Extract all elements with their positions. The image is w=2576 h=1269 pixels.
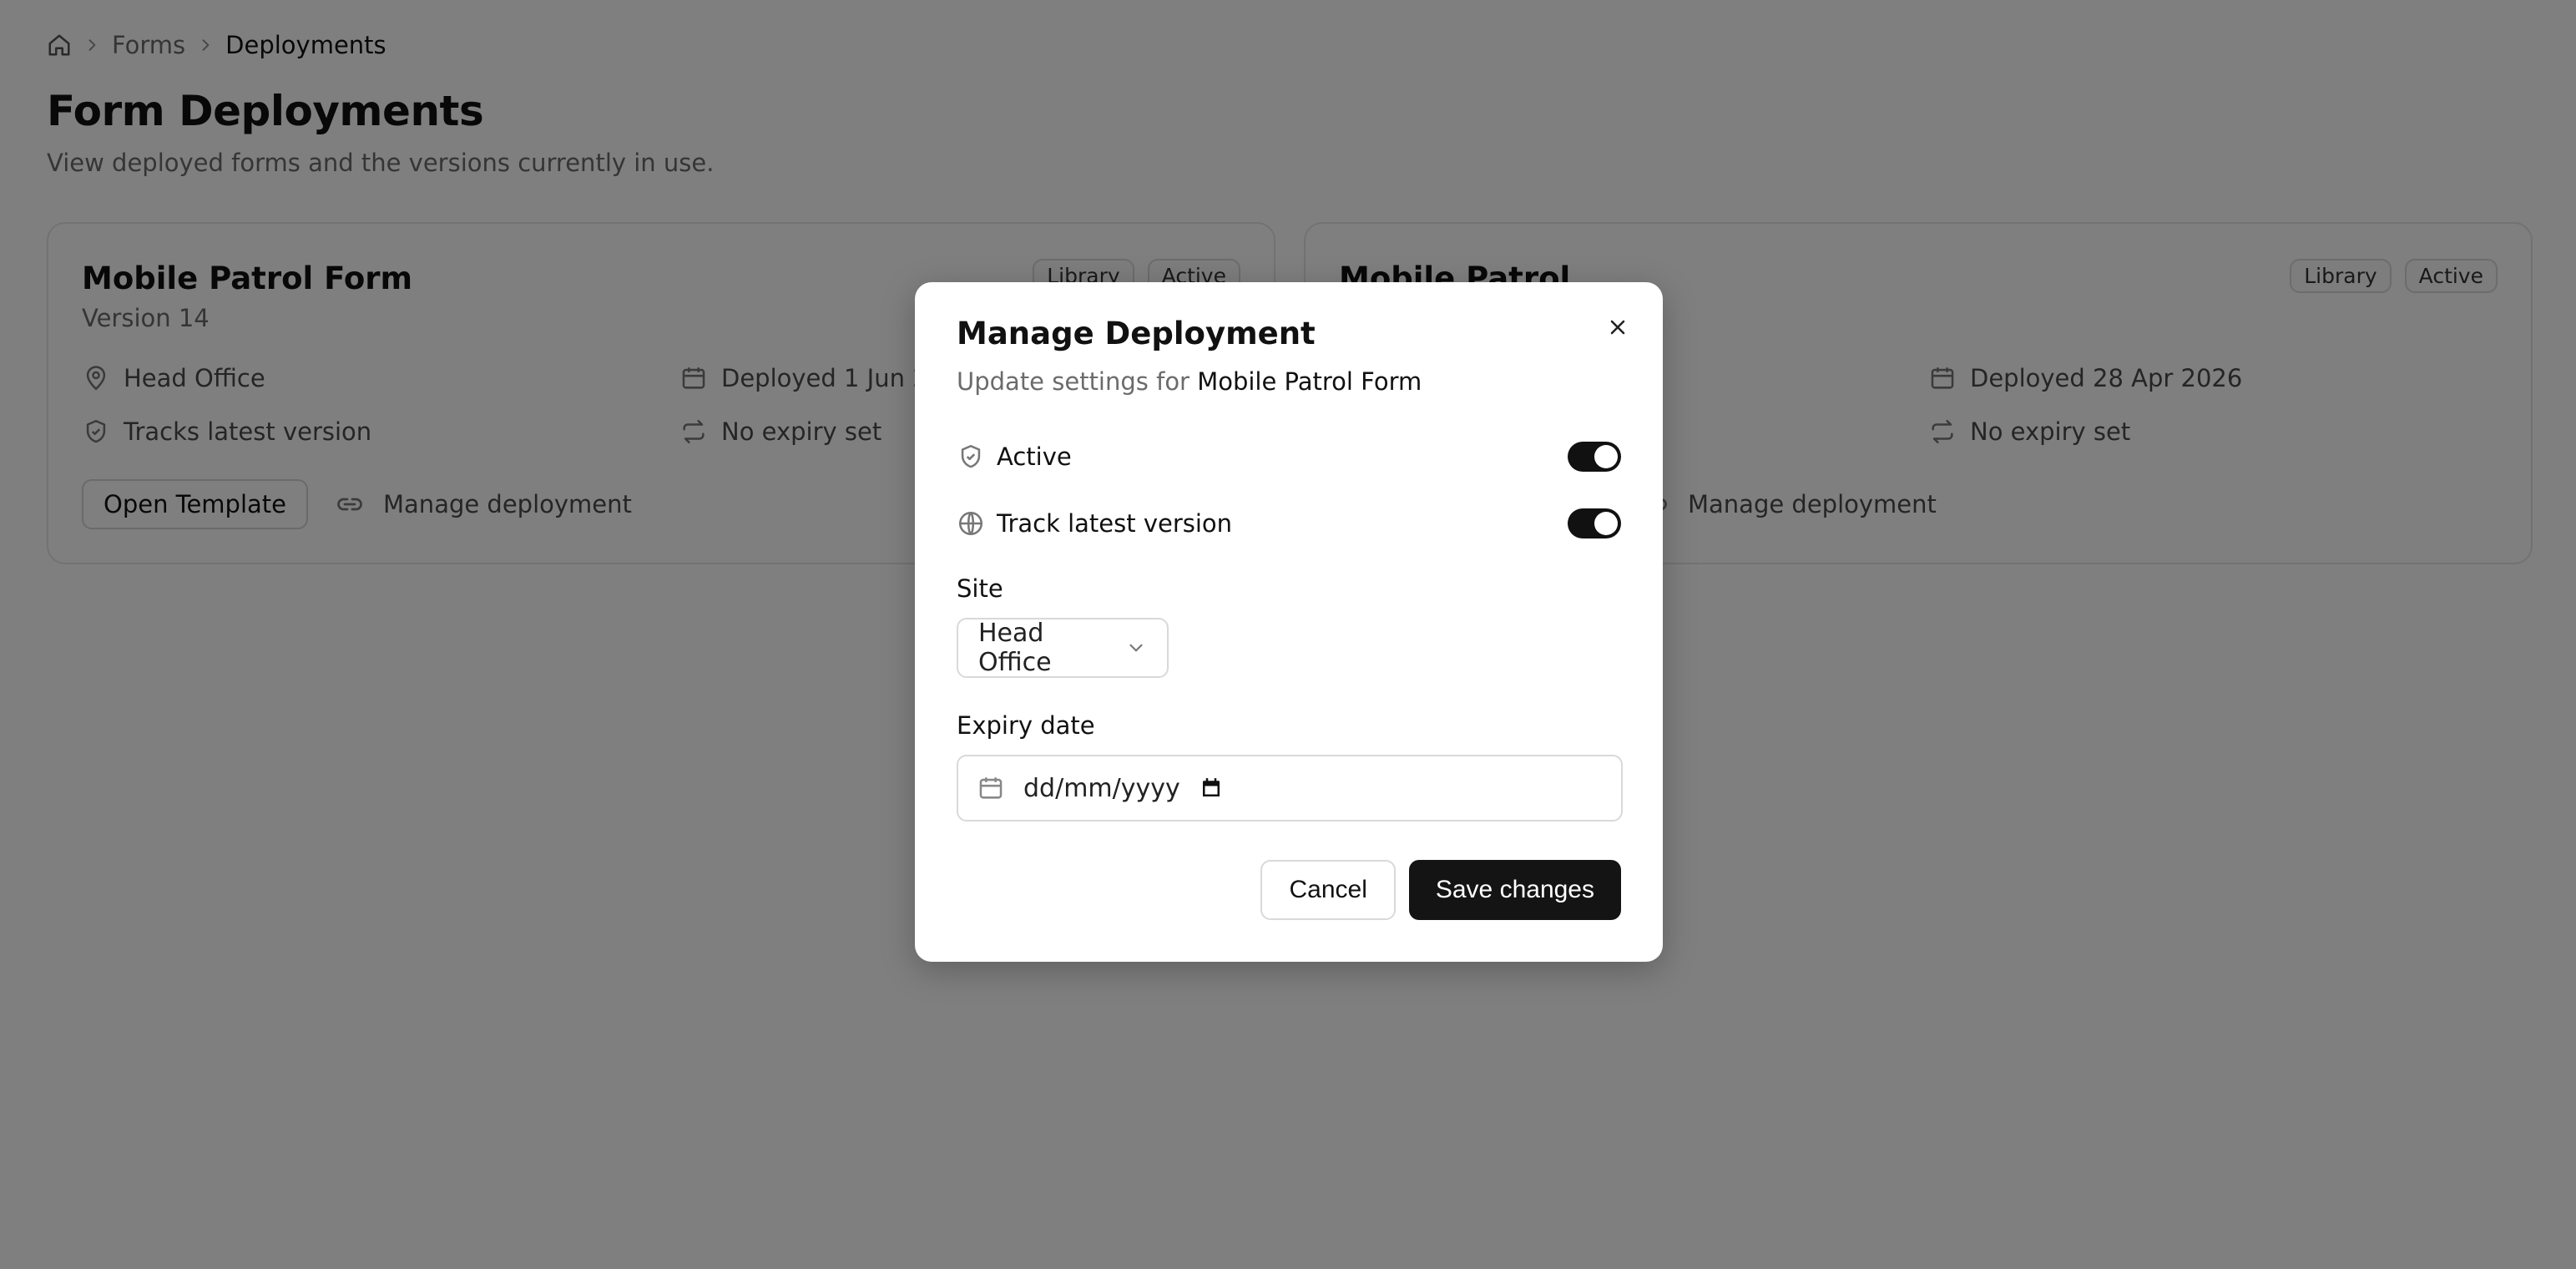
close-icon[interactable] — [1603, 312, 1633, 342]
active-toggle-row: Active — [957, 437, 1621, 476]
expiry-date-placeholder: dd/mm/yyyy — [1023, 773, 1180, 803]
dialog-title: Manage Deployment — [957, 316, 1316, 351]
dialog-subtitle: Update settings for Mobile Patrol Form — [957, 367, 1422, 396]
toggle-knob — [1594, 445, 1618, 468]
globe-icon — [957, 509, 985, 538]
calendar-icon — [977, 774, 1005, 802]
site-select-value: Head Office — [978, 619, 1052, 677]
manage-deployment-dialog: Manage Deployment Update settings for Mo… — [915, 282, 1663, 962]
save-changes-button[interactable]: Save changes — [1408, 860, 1621, 920]
active-label: Active — [997, 442, 1072, 471]
cancel-button[interactable]: Cancel — [1260, 860, 1396, 920]
calendar-picker-icon[interactable] — [1199, 776, 1224, 801]
dialog-subtitle-prefix: Update settings for — [957, 367, 1190, 396]
track-latest-label: Track latest version — [997, 509, 1233, 538]
expiry-date-input[interactable]: dd/mm/yyyy — [957, 755, 1623, 822]
dialog-footer: Cancel Save changes — [1260, 860, 1621, 920]
site-select[interactable]: Head Office — [957, 618, 1169, 678]
track-latest-toggle[interactable] — [1568, 508, 1621, 538]
page: Forms Deployments Form Deployments View … — [0, 0, 2576, 1269]
track-latest-toggle-row: Track latest version — [957, 504, 1621, 543]
active-toggle[interactable] — [1568, 442, 1621, 472]
shield-check-icon — [957, 442, 985, 471]
chevron-down-icon — [1125, 637, 1147, 659]
expiry-date-label: Expiry date — [957, 711, 1095, 740]
dialog-subtitle-form: Mobile Patrol Form — [1197, 367, 1422, 396]
site-label: Site — [957, 574, 1003, 603]
toggle-knob — [1594, 512, 1618, 535]
